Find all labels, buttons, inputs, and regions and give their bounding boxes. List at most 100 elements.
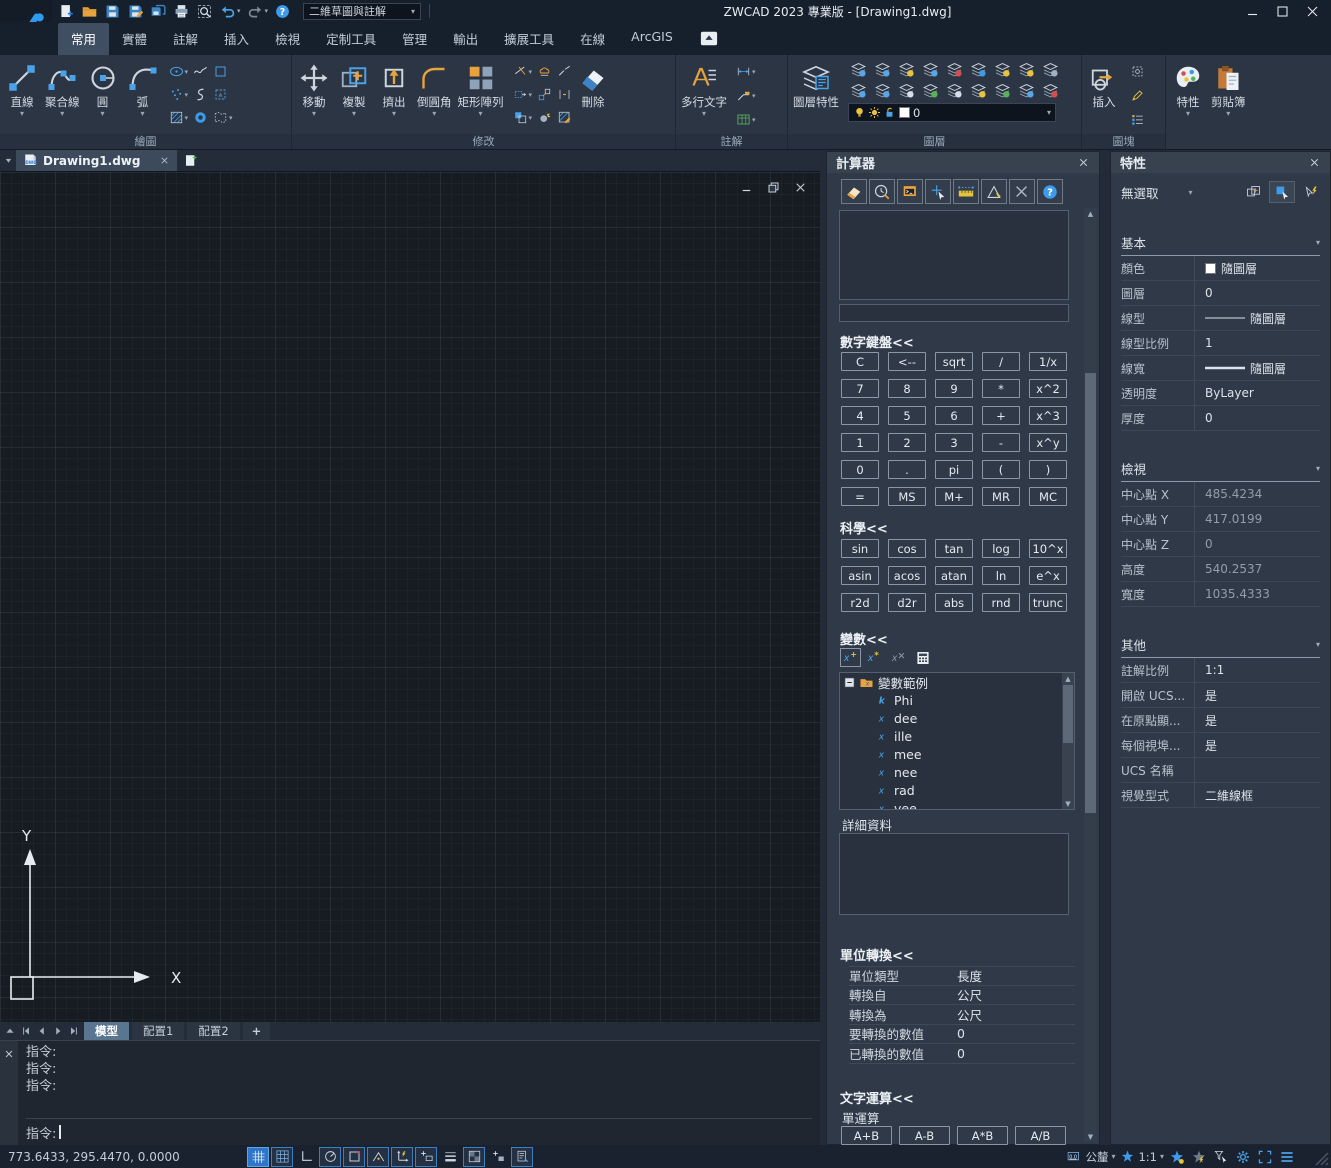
command-window[interactable]: 指令:指令:指令: 指令:: [0, 1040, 820, 1145]
ribbon-tab-6[interactable]: 管理: [389, 23, 440, 55]
annotation-scale-selector[interactable]: 1:1 ▾: [1120, 1149, 1164, 1164]
anno-bolt-icon[interactable]: [1191, 1149, 1207, 1165]
chevron-down-icon[interactable]: ▾: [1189, 188, 1193, 197]
anno-auto-icon[interactable]: [1169, 1149, 1185, 1165]
win-min-icon[interactable]: [1237, 1, 1267, 21]
ribbon-button-palette[interactable]: 特性▾: [1168, 57, 1208, 118]
variable-item-dee[interactable]: xdee: [840, 709, 1074, 727]
ribbon-tab-9[interactable]: 在線: [567, 23, 618, 55]
scrollbar-thumb[interactable]: [1085, 373, 1096, 813]
layer-tool-9-icon[interactable]: [846, 80, 870, 100]
keypad-key[interactable]: 2: [888, 433, 926, 452]
new-layout-button[interactable]: +: [243, 1022, 271, 1040]
layer-tool-16-icon[interactable]: [1014, 80, 1038, 100]
keypad-key[interactable]: .: [888, 460, 926, 479]
close-tab-icon[interactable]: [159, 155, 170, 166]
redo-icon[interactable]: ▾: [245, 1, 271, 21]
calculator-header[interactable]: 計算器: [827, 152, 1099, 173]
keypad-key[interactable]: 6: [935, 406, 973, 425]
section-header[interactable]: 其他▾: [1121, 635, 1320, 658]
var-edit-button[interactable]: x*: [864, 648, 885, 667]
polar-toggle[interactable]: [319, 1147, 341, 1167]
layer-tool-8-icon[interactable]: [1038, 59, 1062, 79]
layer-tool-11-icon[interactable]: [894, 80, 918, 100]
property-value[interactable]: 隨圖層: [1195, 310, 1286, 327]
ribbon-small-block-attrs[interactable]: [1129, 109, 1146, 130]
layer-tool-15-icon[interactable]: [990, 80, 1014, 100]
unit-value[interactable]: 長度: [957, 966, 982, 985]
var-new-button[interactable]: x+: [840, 648, 861, 667]
ribbon-small-point[interactable]: ▾: [168, 84, 190, 105]
unit-value[interactable]: 0: [957, 1046, 965, 1061]
keypad-key[interactable]: 3: [935, 433, 973, 452]
keypad-key[interactable]: 0: [841, 460, 879, 479]
ribbon-small-scurve[interactable]: [192, 84, 209, 105]
section-variables[interactable]: 變數<<: [840, 629, 888, 648]
keypad-key[interactable]: /: [982, 352, 1020, 371]
vp-restore-icon[interactable]: [766, 180, 781, 195]
ribbon-small-region[interactable]: [212, 84, 234, 105]
layer-tool-12-icon[interactable]: [918, 80, 942, 100]
property-value[interactable]: 485.4234: [1195, 487, 1262, 501]
keypad-key[interactable]: MR: [982, 487, 1020, 506]
keypad-key[interactable]: x^3: [1029, 406, 1067, 425]
section-header[interactable]: 檢視▾: [1121, 459, 1320, 482]
sci-key[interactable]: d2r: [888, 593, 926, 612]
ribbon-small-hatch-edit[interactable]: [556, 107, 573, 128]
sci-key[interactable]: log: [982, 539, 1020, 558]
ribbon-tab-7[interactable]: 輸出: [440, 23, 491, 55]
chevron-down-icon[interactable]: ▾: [1047, 108, 1051, 117]
ribbon-button-layer-props[interactable]: 圖層特性: [790, 57, 842, 109]
ribbon-tab-5[interactable]: 定制工具: [313, 23, 389, 55]
calculator-history-box[interactable]: [839, 210, 1069, 300]
otrack-toggle[interactable]: [367, 1147, 389, 1167]
layer-tool-14-icon[interactable]: [966, 80, 990, 100]
ribbon-button-fillet[interactable]: 倒圓角▾: [414, 57, 455, 118]
prop-select-bolt-button[interactable]: [1298, 181, 1324, 203]
layer-tool-3-icon[interactable]: [918, 59, 942, 79]
keypad-key[interactable]: MC: [1029, 487, 1067, 506]
property-value[interactable]: 540.2537: [1195, 562, 1262, 576]
layer-tool-5-icon[interactable]: [966, 59, 990, 79]
property-value[interactable]: 是: [1195, 737, 1217, 754]
keypad-key[interactable]: ): [1029, 460, 1067, 479]
dropdown-caret-icon[interactable]: ▾: [237, 7, 241, 15]
textop-A-B[interactable]: A-B: [899, 1126, 950, 1145]
nav-up-icon[interactable]: [2, 1023, 17, 1039]
tree-scrollbar[interactable]: ▲▼: [1062, 673, 1074, 809]
sci-key[interactable]: acos: [888, 566, 926, 585]
ribbon-small-hatch[interactable]: ▾: [168, 107, 190, 128]
nav-next-icon[interactable]: [50, 1023, 65, 1039]
osnap-toggle[interactable]: [343, 1147, 365, 1167]
variable-item-vee[interactable]: xvee: [840, 799, 1074, 810]
open-folder-icon[interactable]: [79, 1, 100, 21]
ribbon-small-donut[interactable]: [192, 107, 209, 128]
keypad-key[interactable]: sqrt: [935, 352, 973, 371]
calc-help-button[interactable]: ?: [1037, 179, 1063, 204]
ribbon-button-move[interactable]: 移動▾: [294, 57, 334, 118]
menu-icon[interactable]: [1279, 1149, 1295, 1165]
calc-pick-button[interactable]: [925, 179, 951, 204]
variable-item-mee[interactable]: xmee: [840, 745, 1074, 763]
keypad-key[interactable]: <--: [888, 352, 926, 371]
close-icon[interactable]: [1308, 156, 1321, 169]
textop-A/B[interactable]: A/B: [1015, 1126, 1066, 1145]
ribbon-button-clipboard[interactable]: 剪貼簿▾: [1208, 57, 1249, 118]
layer-tool-2-icon[interactable]: [894, 59, 918, 79]
property-value[interactable]: 是: [1195, 687, 1217, 704]
section-header[interactable]: 基本▾: [1121, 233, 1320, 256]
selection-filter-value[interactable]: 無選取: [1121, 183, 1159, 202]
layer-tool-1-icon[interactable]: [870, 59, 894, 79]
keypad-key[interactable]: C: [841, 352, 879, 371]
keypad-key[interactable]: pi: [935, 460, 973, 479]
scroll-down-icon[interactable]: ▼: [1084, 1131, 1097, 1142]
ribbon-button-mtext[interactable]: 多行文字▾: [678, 57, 730, 118]
ribbon-small-edit-block[interactable]: [1129, 85, 1146, 106]
fullscreen-icon[interactable]: [1257, 1149, 1273, 1165]
snap-toggle[interactable]: [271, 1147, 293, 1167]
sci-key[interactable]: asin: [841, 566, 879, 585]
anno-monitor-toggle[interactable]: [511, 1147, 533, 1167]
ribbon-small-wipeout[interactable]: ▾: [212, 107, 234, 128]
keypad-key[interactable]: MS: [888, 487, 926, 506]
ribbon-button-extrude[interactable]: 擠出▾: [374, 57, 414, 118]
